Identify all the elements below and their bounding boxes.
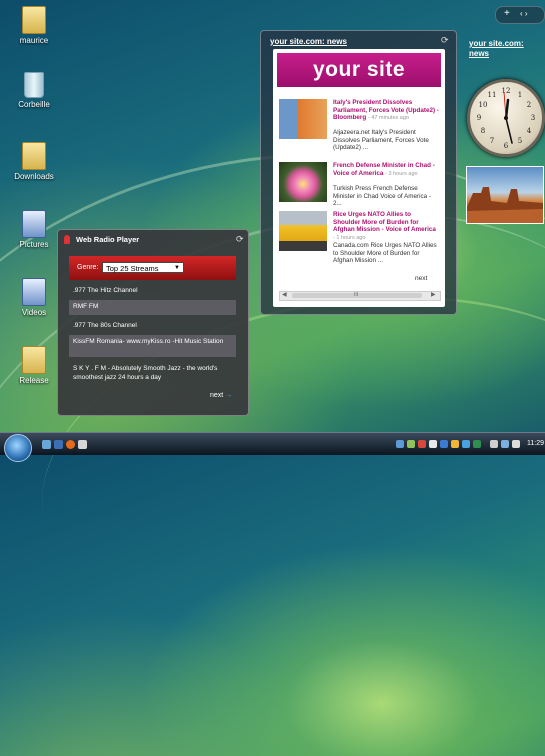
- news-summary: Canada.com Rice Urges NATO Allies to Sho…: [333, 242, 437, 264]
- svg-text:10: 10: [479, 101, 488, 109]
- news-headline[interactable]: Rice Urges NATO Allies to Shoulder More …: [333, 211, 439, 242]
- microphone-icon: [64, 235, 70, 244]
- sidebar-news-gadget-title[interactable]: your site.com: news: [469, 39, 524, 59]
- genre-label: Genre:: [77, 264, 99, 271]
- svg-text:2: 2: [527, 101, 531, 109]
- slideshow-gadget-photo[interactable]: [466, 166, 544, 224]
- desktop-icon-downloads[interactable]: Downloads: [8, 142, 60, 181]
- station-item[interactable]: .977 The Hitz Channel: [69, 284, 236, 299]
- switch-windows-icon[interactable]: [54, 440, 63, 449]
- genre-select[interactable]: Top 25 Streams ▼: [102, 262, 184, 273]
- radio-next-link[interactable]: next →: [210, 392, 232, 399]
- horizontal-scrollbar[interactable]: ◀ III ▶: [279, 291, 441, 301]
- news-next-link[interactable]: next: [415, 275, 427, 282]
- folder-icon: [22, 346, 46, 374]
- station-item[interactable]: RMF FM: [69, 300, 236, 315]
- sidebar-nav-arrows[interactable]: ‹ ›: [520, 9, 528, 18]
- news-headline[interactable]: Italy's President Dissolves Parliament, …: [333, 99, 439, 123]
- news-thumbnail: [279, 211, 327, 251]
- show-desktop-icon[interactable]: [42, 440, 51, 449]
- news-headline[interactable]: French Defense Minister in Chad - Voice …: [333, 162, 439, 178]
- chevron-down-icon: ▼: [174, 265, 180, 271]
- news-item[interactable]: Italy's President Dissolves Parliament, …: [279, 99, 439, 151]
- svg-text:8: 8: [481, 127, 485, 135]
- tray-icon[interactable]: [418, 440, 426, 448]
- desktop-icon-pictures[interactable]: Pictures: [8, 210, 60, 249]
- tray-icon[interactable]: [451, 440, 459, 448]
- desktop-icon-label: Pictures: [19, 240, 49, 249]
- news-thumbnail: [279, 99, 327, 139]
- desktop-icon-label: Downloads: [14, 172, 54, 181]
- desktop-icon-label: Corbeille: [18, 100, 50, 109]
- svg-text:1: 1: [518, 91, 522, 99]
- media-player-icon[interactable]: [78, 440, 87, 449]
- news-summary: Turkish Press French Defense Minister in…: [333, 185, 431, 207]
- tray-icon[interactable]: [473, 440, 481, 448]
- refresh-icon[interactable]: ⟳: [236, 234, 244, 245]
- desktop-icon-release[interactable]: Release: [8, 346, 60, 385]
- network-icon[interactable]: [501, 440, 509, 448]
- news-item[interactable]: French Defense Minister in Chad - Voice …: [279, 162, 439, 210]
- scrollbar-grip: III: [354, 292, 359, 298]
- clock-gadget[interactable]: 12 1 2 3 45 6 78 9 10 11: [467, 79, 545, 157]
- news-item[interactable]: Rice Urges NATO Allies to Shoulder More …: [279, 211, 439, 264]
- volume-icon[interactable]: [512, 440, 520, 448]
- recycle-bin-icon: [24, 72, 44, 98]
- browser-icon[interactable]: [66, 440, 75, 449]
- news-gadget-title[interactable]: your site.com: news: [270, 37, 347, 46]
- svg-text:9: 9: [477, 114, 481, 122]
- news-thumbnail: [279, 162, 327, 202]
- svg-text:12: 12: [502, 87, 511, 95]
- station-item[interactable]: KissFM Romania- www.myKiss.ro -Hit Music…: [69, 335, 236, 357]
- genre-bar: Genre: Top 25 Streams ▼: [69, 256, 236, 280]
- svg-text:4: 4: [527, 127, 532, 135]
- tray-icon[interactable]: [462, 440, 470, 448]
- desktop-icon-maurice[interactable]: maurice: [8, 6, 60, 45]
- desktop-icon-label: Videos: [21, 308, 47, 317]
- pictures-shortcut-icon: [22, 210, 46, 238]
- start-button[interactable]: [4, 434, 32, 462]
- svg-text:5: 5: [518, 137, 522, 145]
- videos-shortcut-icon: [22, 278, 46, 306]
- news-panel: your site Italy's President Dissolves Pa…: [273, 49, 445, 307]
- svg-text:7: 7: [490, 137, 494, 145]
- scroll-left-icon[interactable]: ◀: [282, 291, 287, 298]
- radio-title: Web Radio Player: [76, 235, 140, 244]
- news-gadget-flyout: your site.com: news ⟳ your site Italy's …: [260, 30, 457, 315]
- svg-text:3: 3: [531, 114, 535, 122]
- desert-landscape-icon: [467, 187, 543, 223]
- user-folder-icon: [22, 6, 46, 34]
- tray-icon[interactable]: [429, 440, 437, 448]
- tray-icon[interactable]: [490, 440, 498, 448]
- desktop-icon-recycle-bin[interactable]: Corbeille: [8, 72, 60, 109]
- clock-face-icon: 12 12 3 45 6 78 9 1011: [477, 87, 535, 150]
- news-summary: Aljazeera.net Italy's President Dissolve…: [333, 129, 429, 151]
- web-radio-gadget: Web Radio Player ⟳ Genre: Top 25 Streams…: [57, 229, 249, 416]
- arrow-right-icon: →: [225, 392, 233, 399]
- station-item[interactable]: .977 The 80s Channel: [69, 319, 236, 334]
- desktop-icon-videos[interactable]: Videos: [8, 278, 60, 317]
- add-gadget-button[interactable]: +: [504, 8, 510, 19]
- sidebar-controls: + ‹ ›: [495, 6, 545, 24]
- refresh-icon[interactable]: ⟳: [441, 35, 449, 46]
- svg-text:11: 11: [488, 91, 497, 99]
- scroll-right-icon[interactable]: ▶: [431, 291, 436, 298]
- station-item[interactable]: S K Y . F M - Absolutely Smooth Jazz - t…: [69, 362, 236, 385]
- clock-time[interactable]: 11:29: [527, 440, 544, 447]
- tray-icon[interactable]: [396, 440, 404, 448]
- tray-icon[interactable]: [440, 440, 448, 448]
- folder-icon: [22, 142, 46, 170]
- svg-text:6: 6: [504, 142, 509, 150]
- desktop-icon-label: maurice: [19, 36, 49, 45]
- desktop-icon-label: Release: [19, 376, 49, 385]
- tray-icon[interactable]: [407, 440, 415, 448]
- site-banner: your site: [277, 53, 441, 87]
